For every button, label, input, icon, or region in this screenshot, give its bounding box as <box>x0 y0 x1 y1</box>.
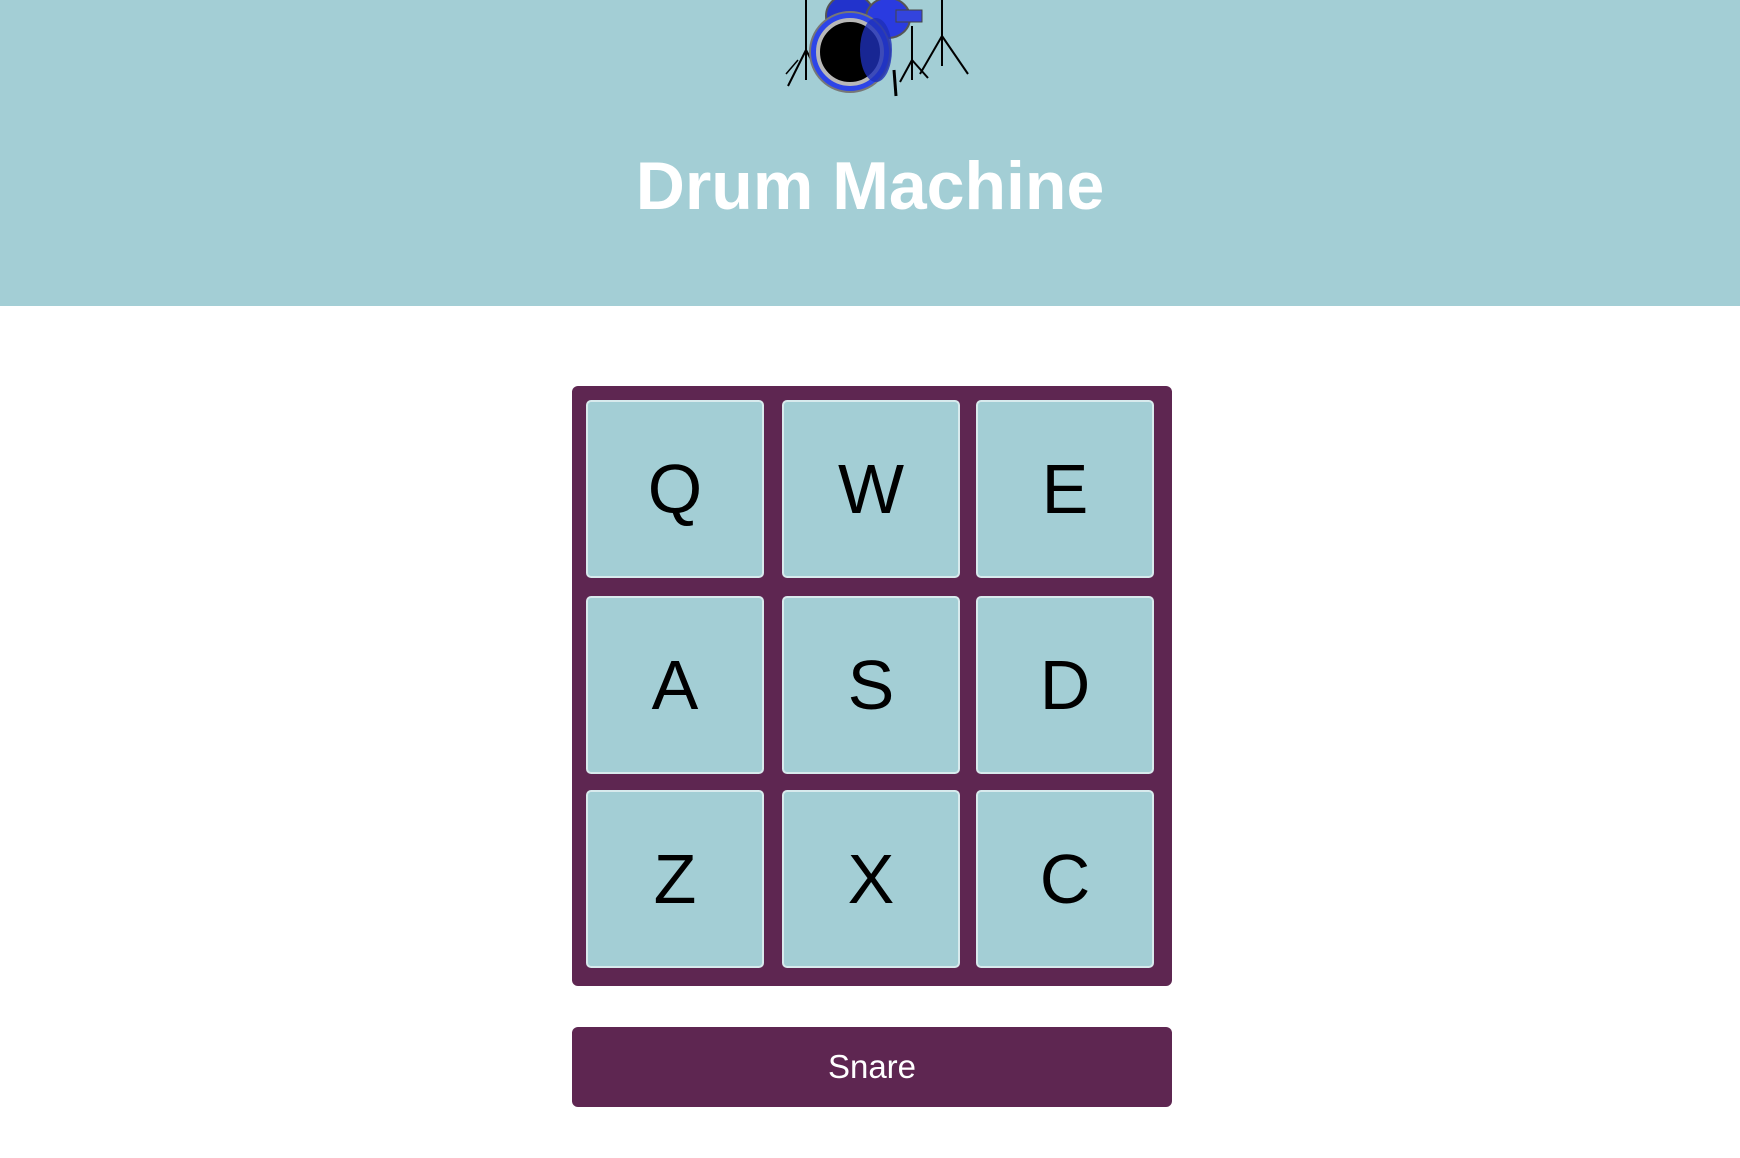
drum-pad-d[interactable]: D <box>976 596 1154 774</box>
drum-pad-z[interactable]: Z <box>586 790 764 968</box>
drum-pad-w[interactable]: W <box>782 400 960 578</box>
drum-pad-s[interactable]: S <box>782 596 960 774</box>
drum-pad-x[interactable]: X <box>782 790 960 968</box>
drum-pad-q[interactable]: Q <box>586 400 764 578</box>
header: Drum Machine <box>0 0 1740 306</box>
drum-kit-icon <box>785 0 969 97</box>
page-title: Drum Machine <box>635 148 1105 224</box>
sound-display: Snare <box>572 1027 1172 1107</box>
drum-pad-a[interactable]: A <box>586 596 764 774</box>
drum-pad-e[interactable]: E <box>976 400 1154 578</box>
drum-pad-c[interactable]: C <box>976 790 1154 968</box>
drum-pad-board: Q W E A S D Z X C <box>572 386 1172 986</box>
